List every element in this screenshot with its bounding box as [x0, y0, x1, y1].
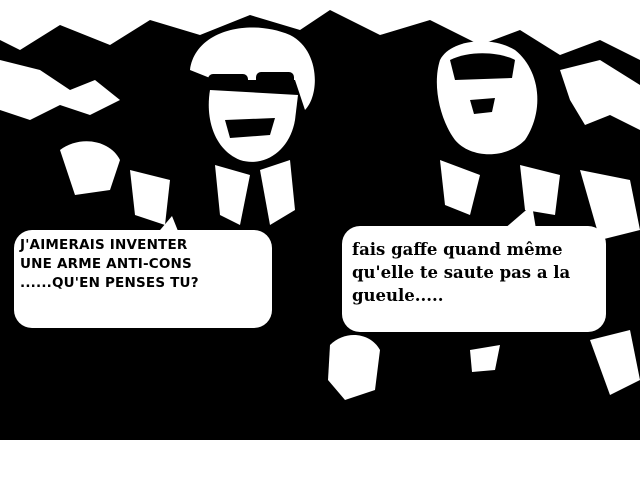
- speech-left-line-2: UNE ARME ANTI-CONS: [20, 256, 192, 272]
- meme-panel: J'AIMERAIS INVENTER UNE ARME ANTI-CONS .…: [0, 0, 640, 480]
- speech-bubble-left: J'AIMERAIS INVENTER UNE ARME ANTI-CONS .…: [14, 230, 272, 328]
- speech-right-line-2: qu'elle te saute pas a la: [352, 263, 571, 282]
- speech-bubble-left-tail: [155, 216, 180, 236]
- sunglasses-left-lens: [208, 74, 248, 90]
- speech-bubble-right-tail: [504, 205, 536, 229]
- speech-right-line-1: fais gaffe quand même: [352, 240, 563, 259]
- speech-left-line-3: ......QU'EN PENSES TU?: [20, 275, 199, 291]
- speech-left-line-1: J'AIMERAIS INVENTER: [20, 237, 188, 253]
- speech-bubble-right: fais gaffe quand même qu'elle te saute p…: [342, 226, 606, 332]
- speech-right-line-3: gueule.....: [352, 286, 444, 305]
- sunglasses-right-lens: [256, 72, 294, 88]
